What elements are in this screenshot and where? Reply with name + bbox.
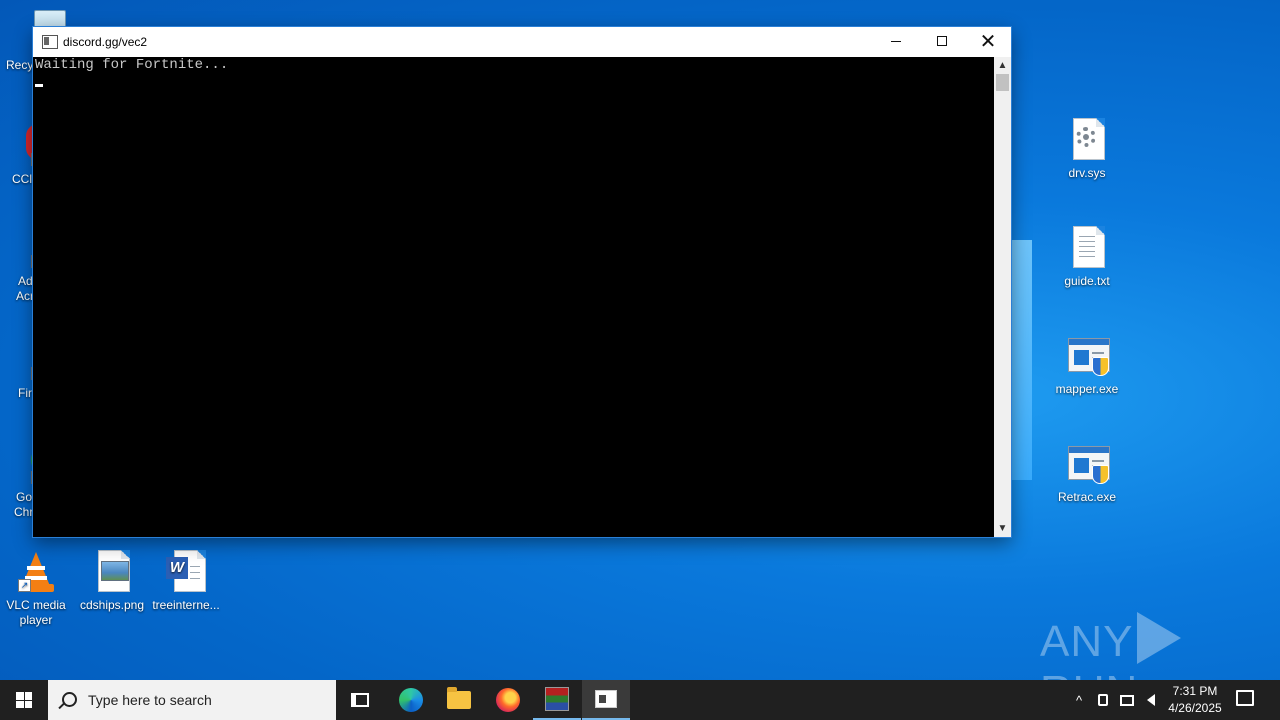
text-file-icon <box>1065 224 1109 270</box>
desktop-icon-label: Retrac.exe <box>1057 490 1117 504</box>
scroll-up-button[interactable]: ▲ <box>994 57 1011 74</box>
gear-icon <box>1076 127 1096 147</box>
volume-icon <box>1147 694 1155 706</box>
desktop-icon-word-document[interactable]: W treeinterne... <box>146 548 226 613</box>
start-button[interactable] <box>0 680 48 720</box>
console-icon <box>595 690 617 708</box>
windows-logo-icon <box>16 692 32 708</box>
console-output-text: Waiting for Fortnite... <box>35 57 229 73</box>
edge-icon <box>399 688 423 712</box>
close-button[interactable]: ✕ <box>965 27 1011 55</box>
window-title: discord.gg/vec2 <box>63 35 148 49</box>
show-hidden-icons-button[interactable]: ^ <box>1068 680 1090 720</box>
maximize-button[interactable] <box>919 27 965 55</box>
console-output-area[interactable]: Waiting for Fortnite... <box>33 57 994 537</box>
desktop-icon-mapper-exe[interactable]: mapper.exe <box>1047 332 1127 397</box>
image-file-icon <box>90 548 134 594</box>
desktop-icon-guide-txt[interactable]: guide.txt <box>1047 224 1127 289</box>
word-document-icon: W <box>164 548 208 594</box>
desktop-icon-cdships-png[interactable]: cdships.png <box>72 548 152 613</box>
executable-icon <box>1065 440 1110 486</box>
search-placeholder: Type here to search <box>88 692 212 708</box>
maximize-icon <box>937 36 947 46</box>
task-view-icon <box>351 693 369 707</box>
uac-shield-icon <box>1092 357 1109 376</box>
taskbar-console[interactable] <box>582 680 630 720</box>
taskbar-clock[interactable]: 7:31 PM 4/26/2025 <box>1160 683 1230 717</box>
shortcut-arrow-icon: ↗ <box>18 579 31 592</box>
tray-volume-icon[interactable] <box>1140 680 1162 720</box>
console-app-icon[interactable] <box>42 35 58 49</box>
desktop-icon-label: treeinterne... <box>152 598 220 612</box>
desktop-icon-label: mapper.exe <box>1055 382 1119 396</box>
device-icon <box>1098 694 1108 706</box>
taskbar-file-explorer[interactable] <box>435 680 483 720</box>
system-file-icon <box>1065 116 1109 162</box>
scrollbar-thumb[interactable] <box>996 74 1009 91</box>
desktop-icon-label: drv.sys <box>1068 166 1106 180</box>
network-icon <box>1120 694 1134 706</box>
taskbar-winrar[interactable] <box>533 680 581 720</box>
desktop-icon-drv-sys[interactable]: drv.sys <box>1047 116 1127 181</box>
winrar-icon <box>545 687 569 711</box>
vlc-cone-icon: ↗ <box>14 548 58 594</box>
clock-date: 4/26/2025 <box>1168 701 1222 715</box>
console-window[interactable]: discord.gg/vec2 ✕ Waiting for Fortnite..… <box>33 27 1011 537</box>
close-icon: ✕ <box>979 29 997 53</box>
desktop-icon-retrac-exe[interactable]: Retrac.exe <box>1047 440 1127 505</box>
play-icon <box>1137 612 1182 664</box>
taskbar-edge[interactable] <box>387 680 435 720</box>
minimize-button[interactable] <box>873 27 919 55</box>
folder-icon <box>447 687 471 709</box>
tray-device-icon[interactable] <box>1092 680 1114 720</box>
uac-shield-icon <box>1092 465 1109 484</box>
search-icon <box>62 692 77 707</box>
text-cursor <box>35 84 43 87</box>
chevron-up-icon: ^ <box>1075 692 1083 708</box>
tray-network-icon[interactable] <box>1116 680 1138 720</box>
scroll-down-button[interactable]: ▼ <box>994 520 1011 537</box>
taskbar: Type here to search ^ 7:31 PM 4/26/2025 <box>0 680 1280 720</box>
clock-time: 7:31 PM <box>1172 684 1218 698</box>
watermark-left-text: ANY <box>1040 617 1134 666</box>
desktop-icon-label-line2: player <box>19 613 53 627</box>
task-view-button[interactable] <box>336 680 384 720</box>
wallpaper-light <box>1010 240 1032 480</box>
firefox-icon <box>496 688 520 712</box>
taskbar-firefox[interactable] <box>484 680 532 720</box>
taskbar-search-box[interactable]: Type here to search <box>48 680 336 720</box>
vertical-scrollbar[interactable]: ▲ ▼ <box>994 57 1011 537</box>
desktop-icon-label: cdships.png <box>79 598 145 612</box>
desktop-icon-label: guide.txt <box>1064 274 1110 288</box>
desktop-icon-label: VLC media <box>6 598 66 612</box>
notification-center-icon[interactable] <box>1236 690 1254 706</box>
executable-icon <box>1065 332 1110 378</box>
window-titlebar[interactable]: discord.gg/vec2 ✕ <box>33 27 1011 57</box>
minimize-icon <box>891 40 901 42</box>
desktop-icon-vlc[interactable]: ↗ VLC media player <box>0 548 76 628</box>
